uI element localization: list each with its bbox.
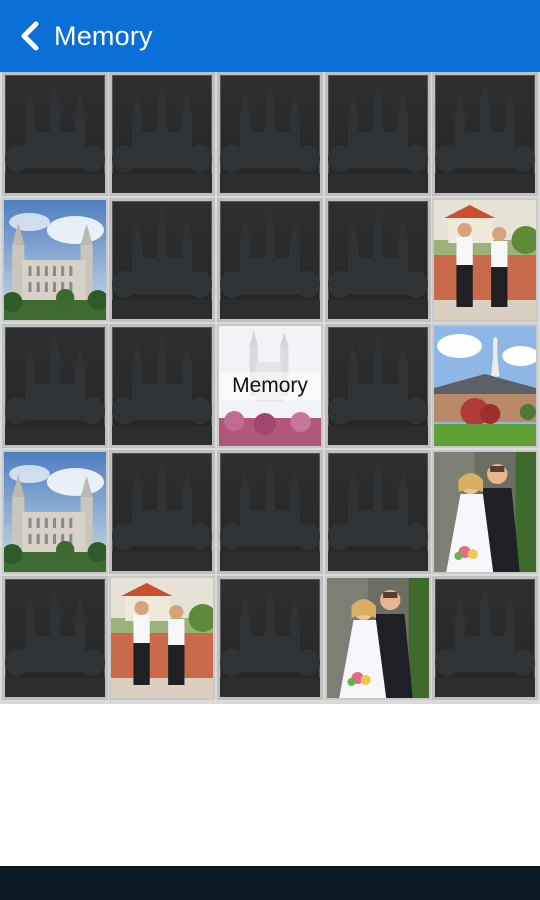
card-back[interactable] <box>109 198 215 322</box>
memory-logo-text: Memory <box>219 372 321 400</box>
card-missionaries-photo[interactable] <box>432 198 538 322</box>
card-back[interactable] <box>2 576 108 700</box>
system-nav-bar <box>0 866 540 900</box>
card-back[interactable] <box>217 72 323 196</box>
card-memory-logo[interactable]: Memory <box>217 324 323 448</box>
card-back[interactable] <box>325 198 431 322</box>
card-back[interactable] <box>109 72 215 196</box>
card-back[interactable] <box>217 198 323 322</box>
card-back[interactable] <box>109 324 215 448</box>
card-temple-photo[interactable] <box>2 198 108 322</box>
app-bar: Memory <box>0 0 540 72</box>
card-back[interactable] <box>325 324 431 448</box>
card-missionaries-photo[interactable] <box>109 576 215 700</box>
card-back[interactable] <box>217 450 323 574</box>
card-back[interactable] <box>2 72 108 196</box>
back-button[interactable] <box>6 0 54 72</box>
card-couple-photo[interactable] <box>432 450 538 574</box>
chevron-left-icon <box>21 21 39 51</box>
card-temple-photo[interactable] <box>2 450 108 574</box>
card-back[interactable] <box>325 72 431 196</box>
card-back[interactable] <box>432 576 538 700</box>
card-back[interactable] <box>432 72 538 196</box>
card-back[interactable] <box>217 576 323 700</box>
card-chapel-photo[interactable] <box>432 324 538 448</box>
card-back[interactable] <box>109 450 215 574</box>
page-title: Memory <box>54 20 153 51</box>
card-back[interactable] <box>2 324 108 448</box>
memory-board: Memory <box>0 72 540 704</box>
card-couple-photo[interactable] <box>325 576 431 700</box>
card-back[interactable] <box>325 450 431 574</box>
